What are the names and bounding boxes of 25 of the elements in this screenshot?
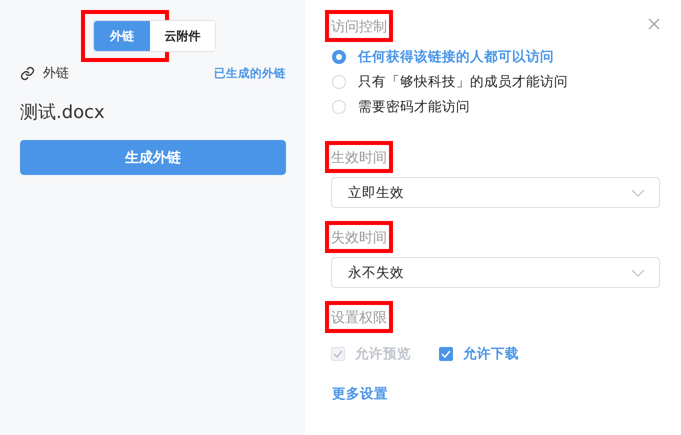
checkbox-label: 允许预览 (355, 345, 411, 363)
checkbox[interactable] (439, 347, 453, 361)
file-name: 测试.docx (20, 101, 106, 124)
select-value: 永不失效 (348, 264, 404, 282)
checkbox-label: 允许下载 (463, 345, 519, 363)
segment-tab[interactable]: 外链 (94, 21, 150, 51)
select-value: 立即生效 (348, 184, 404, 202)
radio-label: 只有「够快科技」的成员才能访问 (358, 72, 568, 90)
chevron-down-icon (631, 188, 645, 196)
radio-label: 任何获得该链接的人都可以访问 (358, 48, 554, 66)
section-title: 失效时间 (331, 229, 387, 247)
section-title: 设置权限 (331, 309, 387, 327)
more-settings-link[interactable]: 更多设置 (332, 385, 388, 403)
link-label: 外链 (43, 65, 69, 82)
select-field[interactable]: 永不失效 (331, 257, 660, 288)
radio-label: 需要密码才能访问 (358, 98, 470, 116)
chevron-down-icon (631, 268, 645, 276)
select-field[interactable]: 立即生效 (331, 177, 660, 208)
section-title: 访问控制 (331, 18, 387, 36)
close-button[interactable] (647, 17, 661, 31)
generated-links-link[interactable]: 已生成的外链 (214, 66, 286, 80)
radio-button[interactable] (332, 50, 346, 64)
link-icon (20, 66, 35, 80)
generate-link-button[interactable]: 生成外链 (20, 140, 286, 175)
section-title: 生效时间 (331, 149, 387, 167)
